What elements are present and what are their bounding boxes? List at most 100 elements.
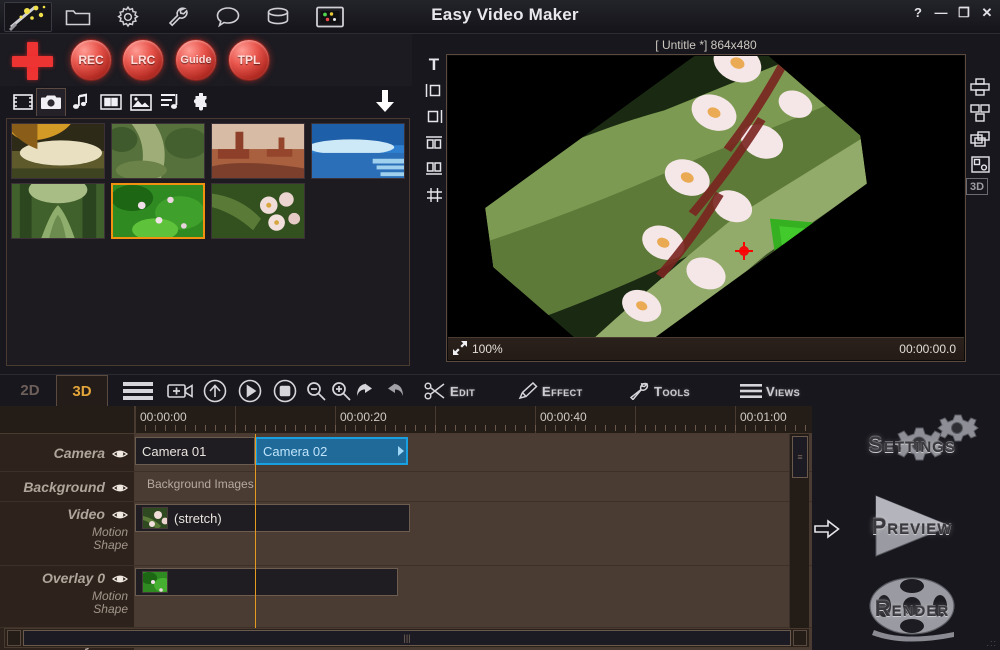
- tab-image[interactable]: [36, 88, 66, 116]
- render-label: Render: [875, 596, 949, 622]
- tab-playlist[interactable]: [156, 88, 186, 116]
- tab-audio[interactable]: [66, 88, 96, 116]
- track-camera-body[interactable]: Camera 01 Camera 02: [135, 434, 812, 471]
- track-background-body[interactable]: Background Images: [135, 472, 812, 501]
- grid-icon[interactable]: [420, 182, 448, 207]
- menu-tools[interactable]: Tools: [628, 378, 690, 404]
- zoom-out-icon[interactable]: [303, 378, 329, 404]
- close-button[interactable]: ✕: [980, 6, 994, 20]
- minimize-button[interactable]: —: [934, 6, 948, 20]
- eye-icon[interactable]: [112, 447, 128, 459]
- maximize-button[interactable]: ❐: [957, 6, 971, 20]
- timeline-tracks: Camera Camera 01 Camera 02: [0, 434, 812, 628]
- menu-views[interactable]: Views: [740, 378, 800, 404]
- render-button[interactable]: Render: [830, 578, 994, 640]
- tab-3d[interactable]: 3D: [56, 375, 108, 407]
- track-overlay-0-header[interactable]: Overlay 0 Motion Shape: [0, 566, 135, 627]
- track-camera: Camera Camera 01 Camera 02: [0, 434, 812, 472]
- menu-edit-label: Edit: [450, 384, 475, 399]
- align-left-icon[interactable]: [420, 78, 448, 103]
- timeline-vertical-scrollbar[interactable]: ≡: [789, 434, 809, 628]
- layout-pip-icon[interactable]: [966, 152, 994, 177]
- zoom-level-label: 100%: [472, 342, 503, 356]
- clip-overlay-0[interactable]: [135, 568, 398, 596]
- tab-2d[interactable]: 2D: [4, 375, 56, 407]
- lrc-button[interactable]: LRC: [122, 39, 164, 81]
- add-media-button[interactable]: [12, 42, 54, 80]
- preview-button[interactable]: Preview: [830, 496, 994, 558]
- track-video-header[interactable]: Video Motion Shape: [0, 502, 135, 565]
- clip-camera-01[interactable]: Camera 01: [135, 437, 255, 465]
- layout-overlap-icon[interactable]: [966, 126, 994, 151]
- clip-video-stretch[interactable]: (stretch): [135, 504, 410, 532]
- track-video-body[interactable]: (stretch): [135, 502, 812, 565]
- guide-button[interactable]: Guide: [175, 39, 217, 81]
- timeline-ruler[interactable]: 00:00:00 00:00:20 00:00:40 00:01:00: [0, 406, 812, 434]
- text-tool-icon[interactable]: T: [420, 52, 448, 77]
- track-camera-header[interactable]: Camera: [0, 434, 135, 471]
- vertical-scroll-thumb[interactable]: ≡: [792, 436, 808, 478]
- playhead[interactable]: [255, 434, 256, 628]
- preview-canvas[interactable]: [448, 56, 964, 338]
- media-thumbnail-grid[interactable]: [6, 118, 410, 366]
- clip-camera-02[interactable]: Camera 02: [255, 437, 408, 465]
- easy-video-maker-window: Easy Video Maker ? — ❐ ✕ REC LRC Guide T…: [0, 0, 1000, 650]
- redo-icon[interactable]: [380, 378, 406, 404]
- layout-split-icon[interactable]: [966, 100, 994, 125]
- preview-frame[interactable]: 100% 00:00:00.0: [446, 54, 966, 362]
- tpl-button[interactable]: TPL: [228, 39, 270, 81]
- eye-icon[interactable]: [112, 481, 128, 493]
- window-controls: ? — ❐ ✕: [911, 6, 994, 20]
- track-video-shape-label[interactable]: Shape: [93, 539, 128, 552]
- upload-icon[interactable]: [200, 378, 230, 404]
- down-arrow-icon[interactable]: [372, 88, 400, 116]
- rec-button[interactable]: REC: [70, 39, 112, 81]
- tab-plugins[interactable]: [186, 88, 216, 116]
- menu-edit[interactable]: Edit: [424, 378, 475, 404]
- add-video-icon[interactable]: [165, 378, 195, 404]
- ruler-label-2: 00:00:40: [536, 410, 587, 424]
- window-title-text: Easy Video Maker: [421, 5, 578, 24]
- horizontal-scroll-thumb[interactable]: |||: [23, 630, 791, 646]
- menu-icon[interactable]: [122, 378, 154, 404]
- thumb-autumn-lake[interactable]: [11, 123, 105, 179]
- stop-icon[interactable]: [270, 378, 300, 404]
- play-icon[interactable]: [235, 378, 265, 404]
- scroll-right-button[interactable]: [793, 630, 807, 646]
- thumb-green-river[interactable]: [111, 123, 205, 179]
- menu-tools-label: Tools: [654, 384, 690, 399]
- resize-grip[interactable]: .::: [986, 638, 997, 648]
- preview-status-bar: 100% 00:00:00.0: [448, 337, 964, 360]
- 3d-mode-button[interactable]: 3D: [966, 178, 988, 195]
- tab-pictures[interactable]: [126, 88, 156, 116]
- help-button[interactable]: ?: [911, 6, 925, 20]
- thumb-green-flowers[interactable]: [111, 183, 205, 239]
- align-right-icon[interactable]: [420, 104, 448, 129]
- eye-icon[interactable]: [112, 508, 128, 520]
- align-bottom-icon[interactable]: [420, 156, 448, 181]
- ruler-label-0: 00:00:00: [136, 410, 187, 424]
- eye-icon[interactable]: [112, 572, 128, 584]
- settings-button[interactable]: Settings: [830, 414, 994, 476]
- thumb-blue-sea[interactable]: [311, 123, 405, 179]
- preview-marker-icon[interactable]: [735, 242, 753, 260]
- thumb-desert-buttes[interactable]: [211, 123, 305, 179]
- zoom-in-icon[interactable]: [328, 378, 354, 404]
- menu-effect[interactable]: Effect: [518, 378, 583, 404]
- align-top-icon[interactable]: [420, 130, 448, 155]
- timeline-horizontal-scrollbar[interactable]: |||: [4, 628, 810, 648]
- preview-right-toolbar: 3D: [966, 74, 996, 196]
- layout-center-icon[interactable]: [966, 74, 994, 99]
- thumb-forest-path[interactable]: [11, 183, 105, 239]
- tab-clips[interactable]: [96, 88, 126, 116]
- tab-video[interactable]: [8, 88, 38, 116]
- clip-extend-handle[interactable]: [398, 446, 404, 456]
- preview-timecode: 00:00:00.0: [899, 342, 964, 356]
- track-overlay-0-body[interactable]: [135, 566, 812, 627]
- thumb-plumeria[interactable]: [211, 183, 305, 239]
- track-overlay-0-shape-label[interactable]: Shape: [93, 603, 128, 616]
- scroll-left-button[interactable]: [7, 630, 21, 646]
- track-background-header[interactable]: Background: [0, 472, 135, 501]
- undo-icon[interactable]: [354, 378, 380, 404]
- fit-screen-icon[interactable]: [448, 340, 472, 359]
